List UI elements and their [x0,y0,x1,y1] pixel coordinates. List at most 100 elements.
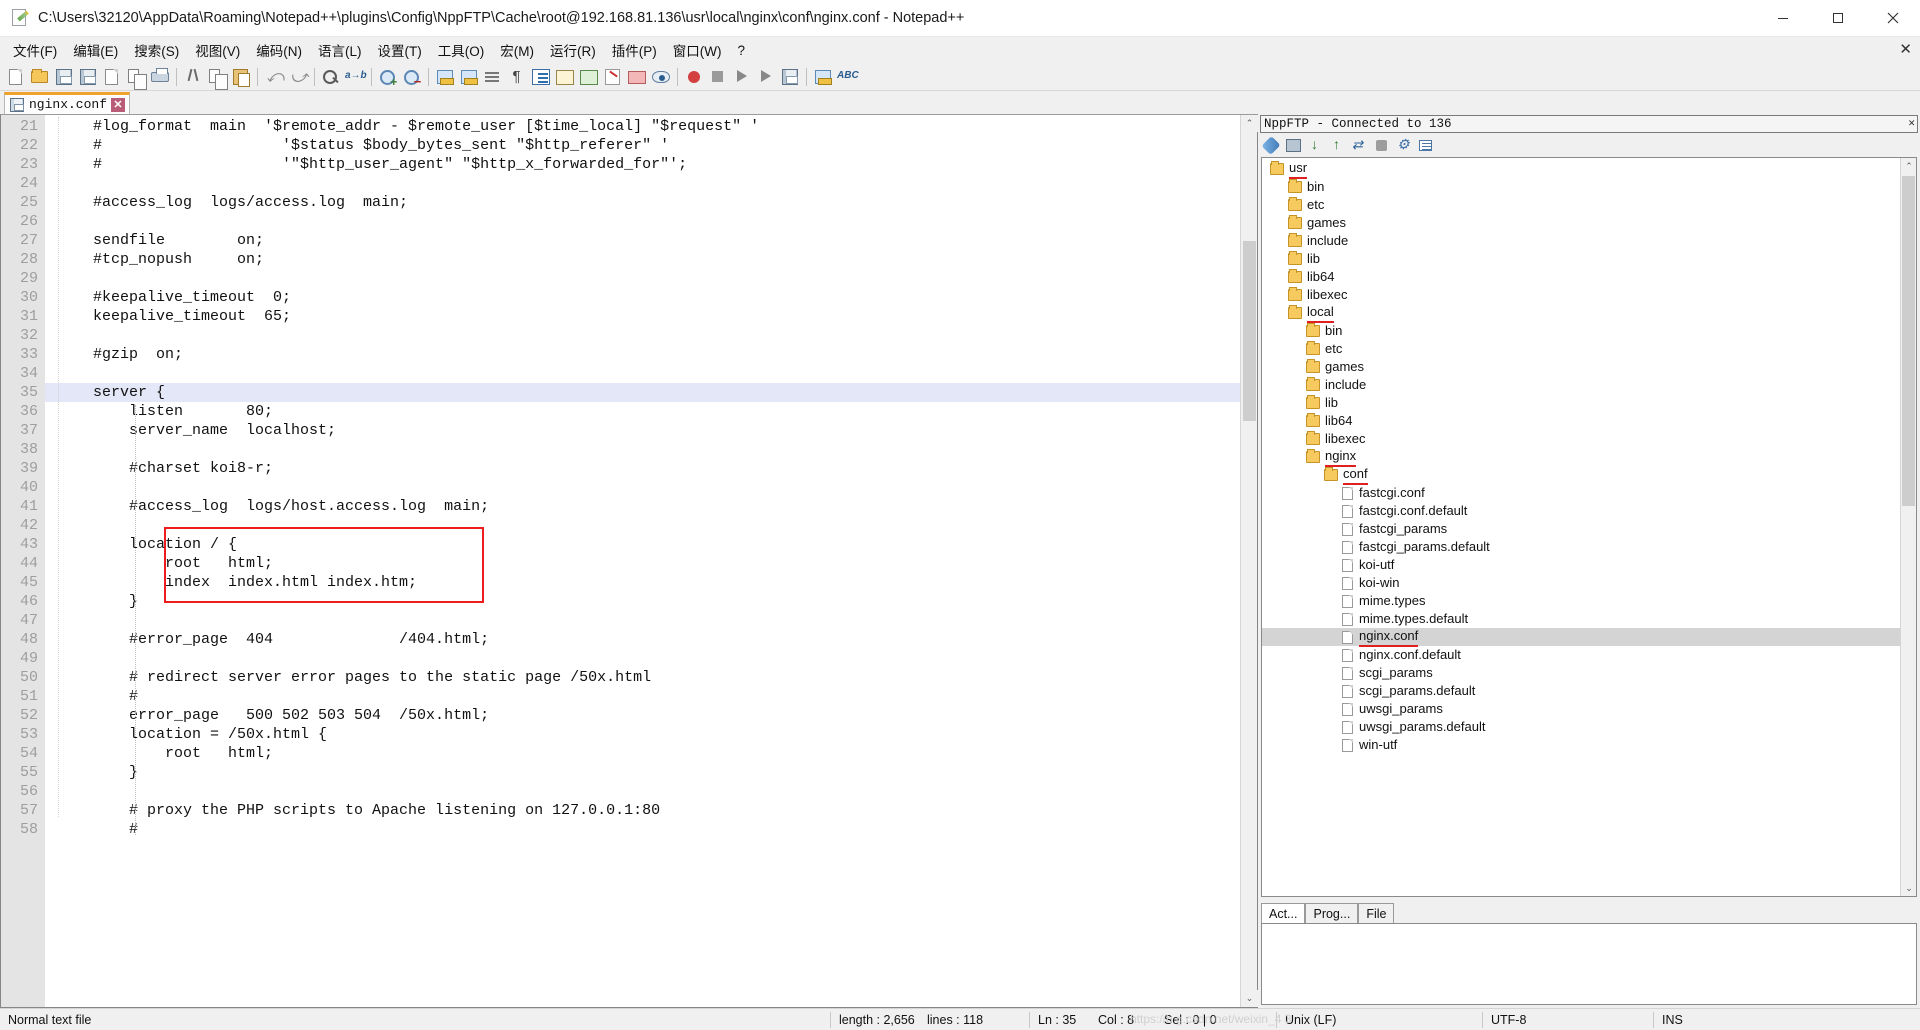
tree-file-row[interactable]: scgi_params.default [1262,682,1900,700]
code-line[interactable] [45,649,1240,668]
replace-icon[interactable]: a→b [344,66,367,88]
tree-folder-row[interactable]: etc [1262,340,1900,358]
code-area[interactable]: #log_format main '$remote_addr - $remote… [45,115,1240,1007]
code-line[interactable] [45,611,1240,630]
sync-vertical-scroll-icon[interactable] [434,66,456,88]
code-line[interactable]: # [45,820,1240,839]
tree-folder-row[interactable]: conf [1262,466,1900,485]
tree-file-row[interactable]: mime.types.default [1262,610,1900,628]
nppftp-tab[interactable]: Act... [1261,903,1306,923]
cut-icon[interactable] [182,66,204,88]
tree-file-row[interactable]: fastcgi_params.default [1262,538,1900,556]
code-line[interactable]: error_page 500 502 503 504 /50x.html; [45,706,1240,725]
menu-item-12[interactable]: ? [729,40,753,61]
tree-folder-row[interactable]: games [1262,214,1900,232]
menu-item-7[interactable]: 工具(O) [430,37,493,63]
code-line[interactable] [45,516,1240,535]
new-file-icon[interactable] [5,66,27,88]
code-line[interactable]: #access_log logs/host.access.log main; [45,497,1240,516]
code-line[interactable]: #error_page 404 /404.html; [45,630,1240,649]
tree-file-row[interactable]: scgi_params [1262,664,1900,682]
tree-folder-row[interactable]: local [1262,304,1900,323]
nppftp-file-tree[interactable]: usr bin etc games include lib lib64 libexec loca… [1261,157,1917,897]
start-record-macro-icon[interactable] [683,66,705,88]
menu-item-6[interactable]: 设置(T) [370,37,430,63]
user-defined-dialog-icon[interactable] [554,66,576,88]
menu-item-2[interactable]: 搜索(S) [126,37,187,63]
editor-tab[interactable]: nginx.conf ✕ [4,92,131,114]
tree-folder-row[interactable]: bin [1262,178,1900,196]
tree-folder-row[interactable]: lib64 [1262,268,1900,286]
indent-guide-icon[interactable] [530,66,552,88]
code-line[interactable]: # '$status $body_bytes_sent "$http_refer… [45,136,1240,155]
undo-icon[interactable] [263,66,285,88]
code-line[interactable]: } [45,763,1240,782]
code-line[interactable] [45,269,1240,288]
menu-item-3[interactable]: 视图(V) [187,37,248,63]
tree-file-row[interactable]: koi-win [1262,574,1900,592]
scroll-up-arrow-icon[interactable]: ⌃ [1241,115,1258,132]
tree-file-row[interactable]: koi-utf [1262,556,1900,574]
menu-item-4[interactable]: 编码(N) [248,37,310,63]
open-file-icon[interactable] [29,66,51,88]
code-line[interactable] [45,364,1240,383]
tree-folder-row[interactable]: lib64 [1262,412,1900,430]
run-macro-multiple-icon[interactable] [755,66,777,88]
save-all-icon[interactable] [77,66,99,88]
code-line[interactable]: #keepalive_timeout 0; [45,288,1240,307]
tree-folder-row[interactable]: lib [1262,394,1900,412]
spellcheck-icon[interactable]: ABC [836,66,859,88]
tree-file-row[interactable]: fastcgi_params [1262,520,1900,538]
close-file-icon[interactable] [101,66,123,88]
scroll-down-arrow-icon[interactable]: ⌄ [1241,990,1258,1007]
code-line[interactable]: # '"$http_user_agent" "$http_x_forwarded… [45,155,1240,174]
copy-icon[interactable] [206,66,228,90]
refresh-icon[interactable] [1328,136,1347,155]
paste-icon[interactable] [230,66,252,88]
zoom-in-icon[interactable] [377,66,399,89]
code-line[interactable]: location / { [45,535,1240,554]
menu-item-1[interactable]: 编辑(E) [65,37,126,63]
code-line[interactable]: location = /50x.html { [45,725,1240,744]
tree-file-row[interactable]: mime.types [1262,592,1900,610]
minimize-button[interactable] [1755,0,1810,37]
code-line[interactable]: sendfile on; [45,231,1240,250]
tree-folder-row[interactable]: include [1262,232,1900,250]
nppftp-tab[interactable]: File [1358,903,1395,923]
tree-folder-row[interactable]: usr [1262,160,1900,179]
code-line[interactable]: #charset koi8-r; [45,459,1240,478]
editor-vertical-scrollbar[interactable]: ⌃ ⌄ [1240,115,1258,1007]
settings-icon[interactable] [1394,136,1413,155]
show-all-characters-icon[interactable]: ¶ [506,66,528,88]
tree-folder-row[interactable]: lib [1262,250,1900,268]
menu-item-5[interactable]: 语言(L) [310,37,370,63]
word-wrap-icon[interactable] [482,66,504,88]
save-macro-icon[interactable] [779,66,801,88]
code-line[interactable]: } [45,592,1240,611]
stop-record-macro-icon[interactable] [707,66,729,88]
close-document-button[interactable]: ✕ [1899,40,1912,58]
scrollbar-thumb[interactable] [1243,241,1256,421]
function-list-icon[interactable] [602,66,624,88]
code-line[interactable]: #log_format main '$remote_addr - $remote… [45,117,1240,136]
code-line[interactable]: #gzip on; [45,345,1240,364]
code-line[interactable]: server_name localhost; [45,421,1240,440]
tree-file-row[interactable]: fastcgi.conf.default [1262,502,1900,520]
tree-vertical-scrollbar[interactable]: ⌃ ⌄ [1900,158,1916,896]
ftp-icon[interactable] [812,66,834,88]
tree-folder-row[interactable]: bin [1262,322,1900,340]
redo-icon[interactable] [287,66,309,88]
messages-icon[interactable] [1416,136,1435,155]
tab-close-icon[interactable]: ✕ [111,97,126,112]
code-line[interactable]: #access_log logs/access.log main; [45,193,1240,212]
download-icon[interactable] [1284,136,1303,155]
code-line[interactable]: # proxy the PHP scripts to Apache listen… [45,801,1240,820]
sync-icon[interactable] [1350,136,1369,155]
tree-folder-row[interactable]: nginx [1262,448,1900,467]
tree-file-row[interactable]: fastcgi.conf [1262,484,1900,502]
nppftp-close-icon[interactable]: ✕ [1908,116,1915,130]
code-line[interactable]: # redirect server error pages to the sta… [45,668,1240,687]
tree-file-row[interactable]: nginx.conf.default [1262,646,1900,664]
document-map-icon[interactable] [578,66,600,88]
tree-folder-row[interactable]: games [1262,358,1900,376]
